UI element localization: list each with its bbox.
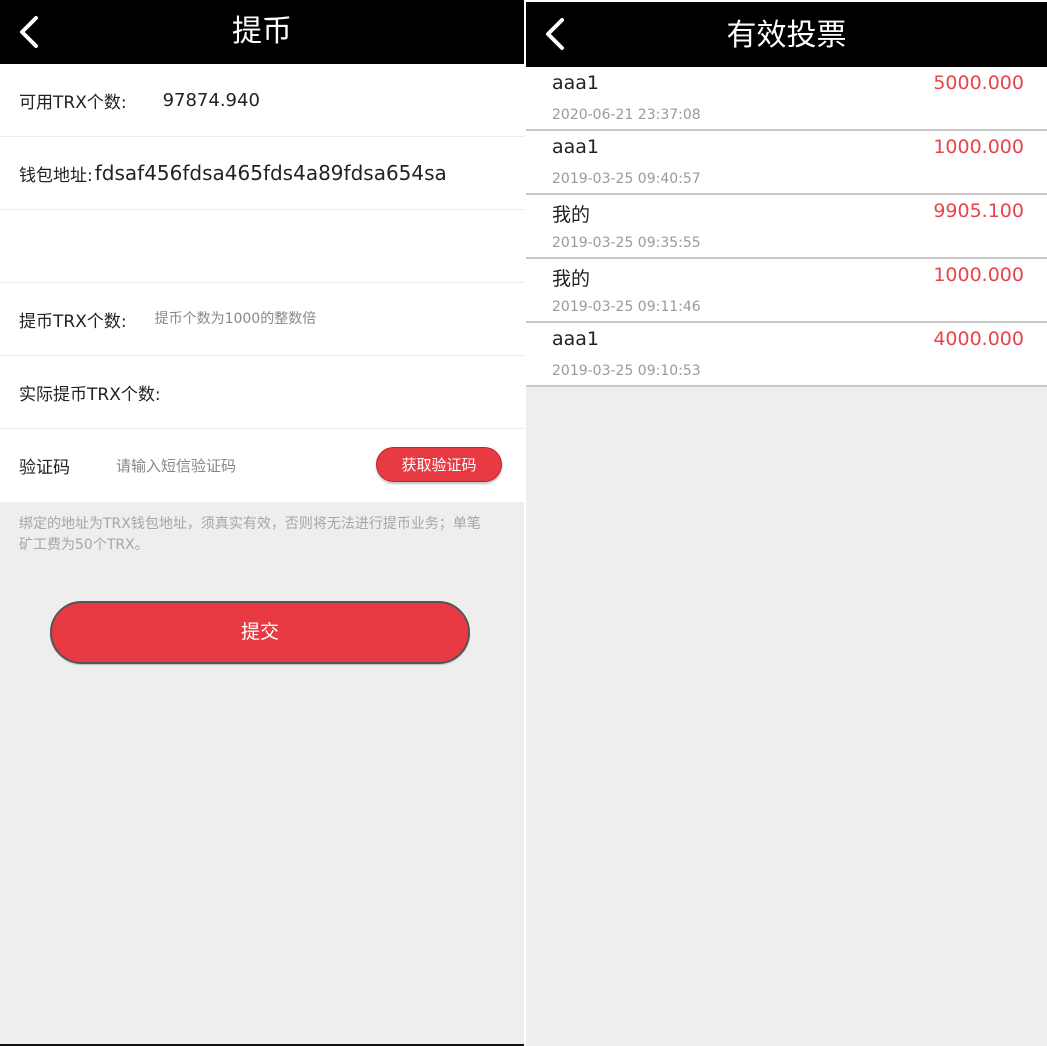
vote-time: 2019-03-25 09:40:57 — [552, 171, 701, 187]
submit-button[interactable]: 提交 — [50, 601, 470, 664]
vote-time: 2019-03-25 09:35:55 — [552, 235, 701, 251]
withdraw-amount-row: 提币TRX个数: — [0, 283, 524, 356]
vote-item[interactable]: aaa1 5000.000 2020-06-21 23:37:08 — [526, 67, 1047, 131]
available-trx-value: 97874.940 — [162, 89, 260, 111]
sms-code-input[interactable] — [116, 456, 336, 475]
valid-votes-header: 有效投票 — [526, 0, 1047, 67]
vote-amount: 1000.000 — [933, 264, 1024, 286]
vote-time: 2019-03-25 09:11:46 — [552, 299, 701, 315]
vote-time: 2020-06-21 23:37:08 — [552, 107, 701, 123]
vote-amount: 1000.000 — [933, 136, 1024, 158]
withdraw-panel: 提币 可用TRX个数: 97874.940 钱包地址: fdsaf456fdsa… — [0, 0, 524, 1046]
vote-name: aaa1 — [552, 328, 600, 350]
wallet-address-label: 钱包地址: — [19, 165, 93, 186]
verification-code-label: 验证码 — [19, 458, 70, 478]
available-trx-row: 可用TRX个数: 97874.940 — [0, 64, 524, 137]
empty-row — [0, 210, 524, 283]
actual-amount-label: 实际提币TRX个数: — [19, 384, 161, 405]
vote-item[interactable]: aaa1 4000.000 2019-03-25 09:10:53 — [526, 323, 1047, 387]
page-title: 提币 — [232, 14, 292, 49]
withdraw-amount-label: 提币TRX个数: — [19, 311, 127, 332]
withdraw-form: 可用TRX个数: 97874.940 钱包地址: fdsaf456fdsa465… — [0, 64, 524, 502]
wallet-address-value: fdsaf456fdsa465fds4a89fdsa654sa — [94, 161, 447, 185]
wallet-address-row: 钱包地址: fdsaf456fdsa465fds4a89fdsa654sa — [0, 137, 524, 210]
vote-name: 我的 — [552, 204, 591, 226]
vote-name: 我的 — [552, 268, 591, 290]
vote-item[interactable]: 我的 9905.100 2019-03-25 09:35:55 — [526, 195, 1047, 259]
vote-list: aaa1 5000.000 2020-06-21 23:37:08 aaa1 1… — [526, 67, 1047, 387]
vote-amount: 4000.000 — [933, 328, 1024, 350]
verification-code-row: 验证码 获取验证码 — [0, 429, 524, 502]
get-code-button[interactable]: 获取验证码 — [376, 447, 502, 482]
withdraw-header: 提币 — [0, 0, 524, 64]
withdraw-amount-input[interactable] — [154, 311, 415, 327]
page-title: 有效投票 — [726, 18, 847, 53]
withdraw-notice: 绑定的地址为TRX钱包地址，须真实有效，否则将无法进行提币业务；单笔矿工费为50… — [19, 516, 481, 553]
vote-item[interactable]: 我的 1000.000 2019-03-25 09:11:46 — [526, 259, 1047, 323]
actual-amount-row: 实际提币TRX个数: — [0, 356, 524, 429]
vote-item[interactable]: aaa1 1000.000 2019-03-25 09:40:57 — [526, 131, 1047, 195]
vote-amount: 9905.100 — [933, 200, 1024, 222]
vote-amount: 5000.000 — [933, 72, 1024, 94]
available-trx-label: 可用TRX个数: — [19, 92, 127, 113]
vote-time: 2019-03-25 09:10:53 — [552, 363, 701, 379]
valid-votes-panel: 有效投票 aaa1 5000.000 2020-06-21 23:37:08 a… — [526, 0, 1047, 1046]
vote-name: aaa1 — [552, 72, 600, 94]
vote-name: aaa1 — [552, 136, 600, 158]
